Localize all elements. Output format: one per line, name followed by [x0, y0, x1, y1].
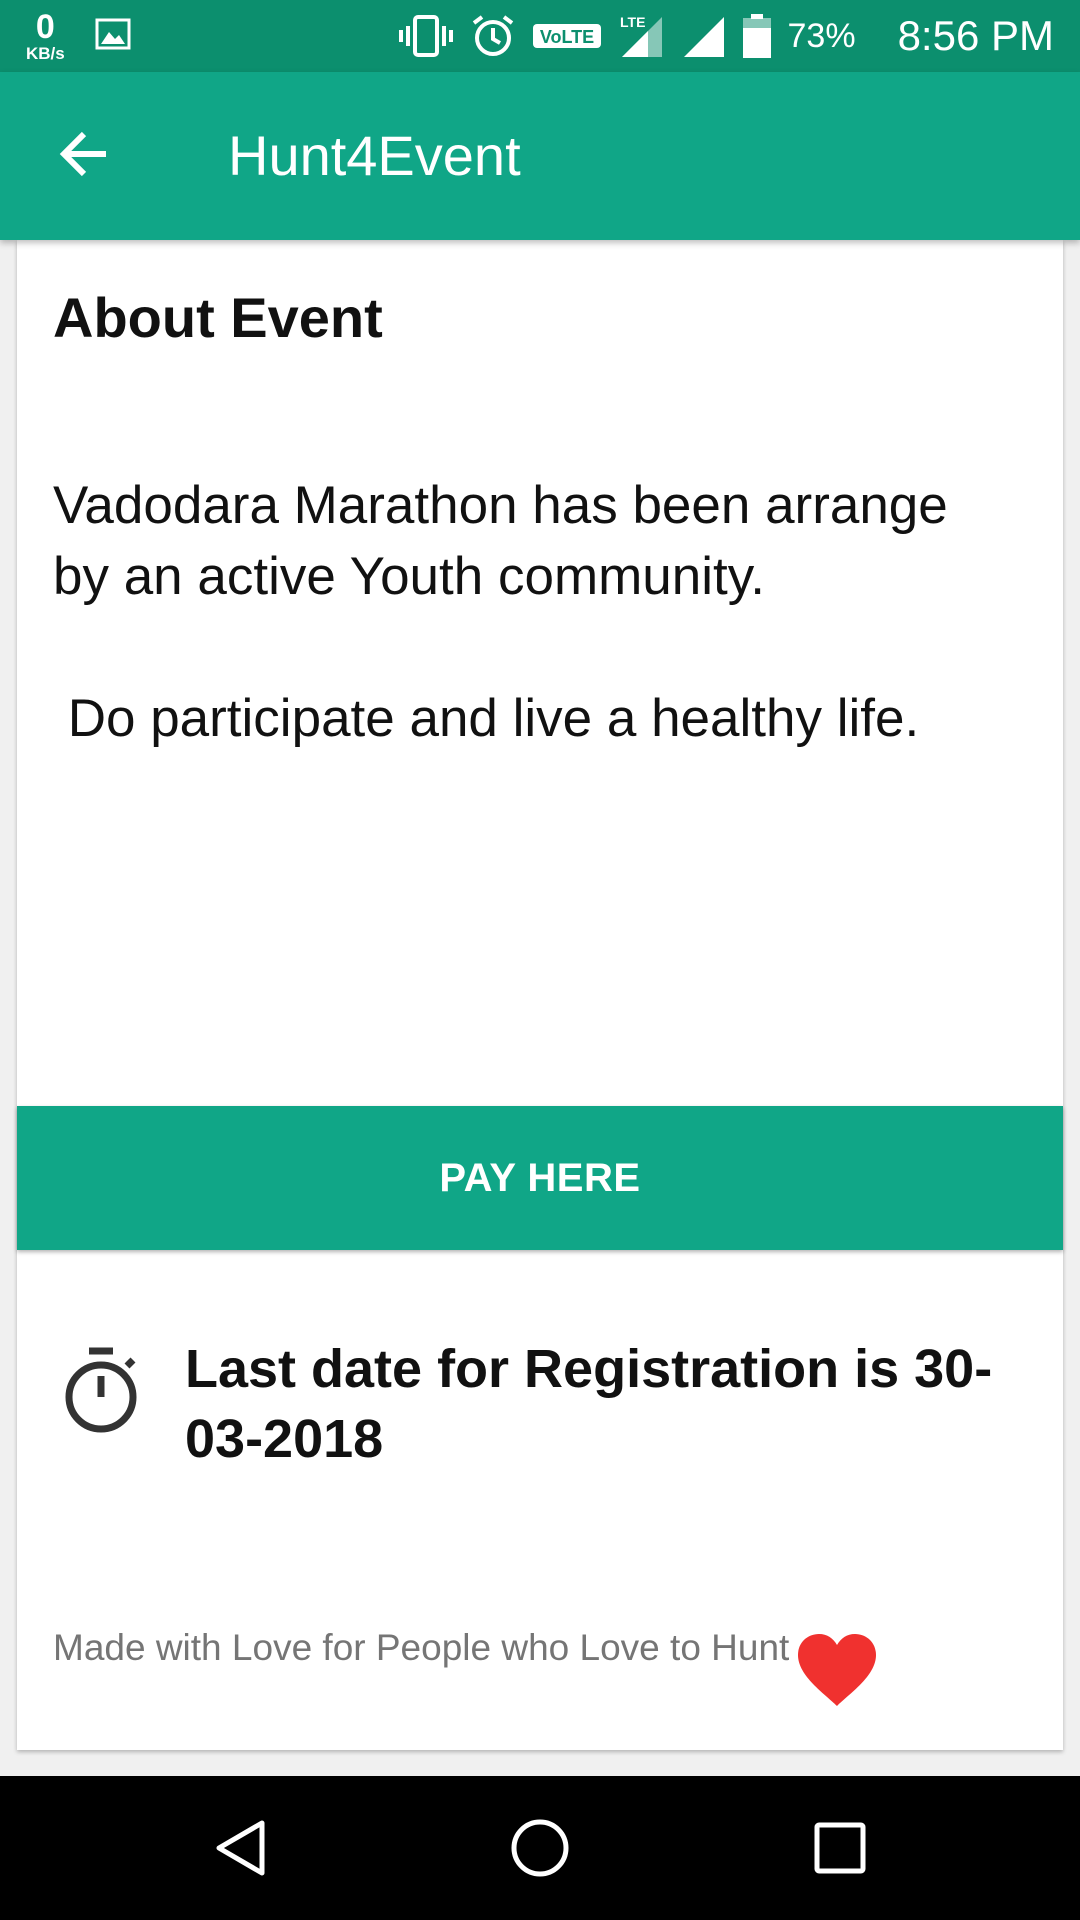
gallery-icon	[95, 18, 131, 55]
alarm-icon	[470, 13, 516, 59]
volte-label: VoLTE	[539, 27, 593, 47]
nav-back-button[interactable]	[160, 1776, 320, 1920]
pay-here-button[interactable]: PAY HERE	[17, 1106, 1063, 1250]
volte-icon: VoLTE	[532, 21, 602, 51]
timer-icon	[61, 1346, 141, 1436]
status-time: 8:56 PM	[897, 12, 1054, 59]
recents-square-icon	[812, 1820, 868, 1876]
footer-text: Made with Love for People who Love to Hu…	[53, 1627, 790, 1668]
status-bar: 0 KB/s VoLTE LTE 73% 8:56 PM	[0, 0, 1080, 72]
event-details-card: About Event Vadodara Marathon has been a…	[17, 240, 1063, 1750]
battery-percent: 73%	[787, 16, 856, 55]
footer: Made with Love for People who Love to Hu…	[53, 1624, 879, 1708]
app-title: Hunt4Event	[228, 124, 521, 187]
status-bar-right: VoLTE LTE 73% 8:56 PM	[398, 0, 1054, 72]
about-event-description: Vadodara Marathon has been arrange by an…	[53, 476, 948, 748]
vibrate-icon	[398, 14, 454, 58]
signal-icon	[682, 13, 726, 59]
back-button[interactable]	[40, 112, 128, 200]
about-event-heading: About Event	[53, 286, 383, 349]
home-circle-icon	[508, 1816, 572, 1880]
back-triangle-icon	[212, 1818, 268, 1878]
arrow-back-icon	[58, 130, 110, 183]
status-bar-left: 0 KB/s	[26, 10, 131, 62]
system-nav-bar	[0, 1776, 1080, 1920]
net-speed-unit: KB/s	[26, 44, 65, 63]
nav-recents-button[interactable]	[760, 1776, 920, 1920]
nav-home-button[interactable]	[460, 1776, 620, 1920]
network-type-label: LTE	[620, 14, 645, 30]
lte-signal-icon: LTE	[618, 13, 666, 59]
heart-icon	[795, 1632, 879, 1708]
net-speed-value: 0	[35, 8, 55, 46]
net-speed-indicator: 0 KB/s	[26, 10, 65, 62]
app-bar: Hunt4Event	[0, 72, 1080, 240]
registration-deadline: Last date for Registration is 30-03-2018	[185, 1339, 993, 1469]
battery-icon	[742, 13, 772, 59]
